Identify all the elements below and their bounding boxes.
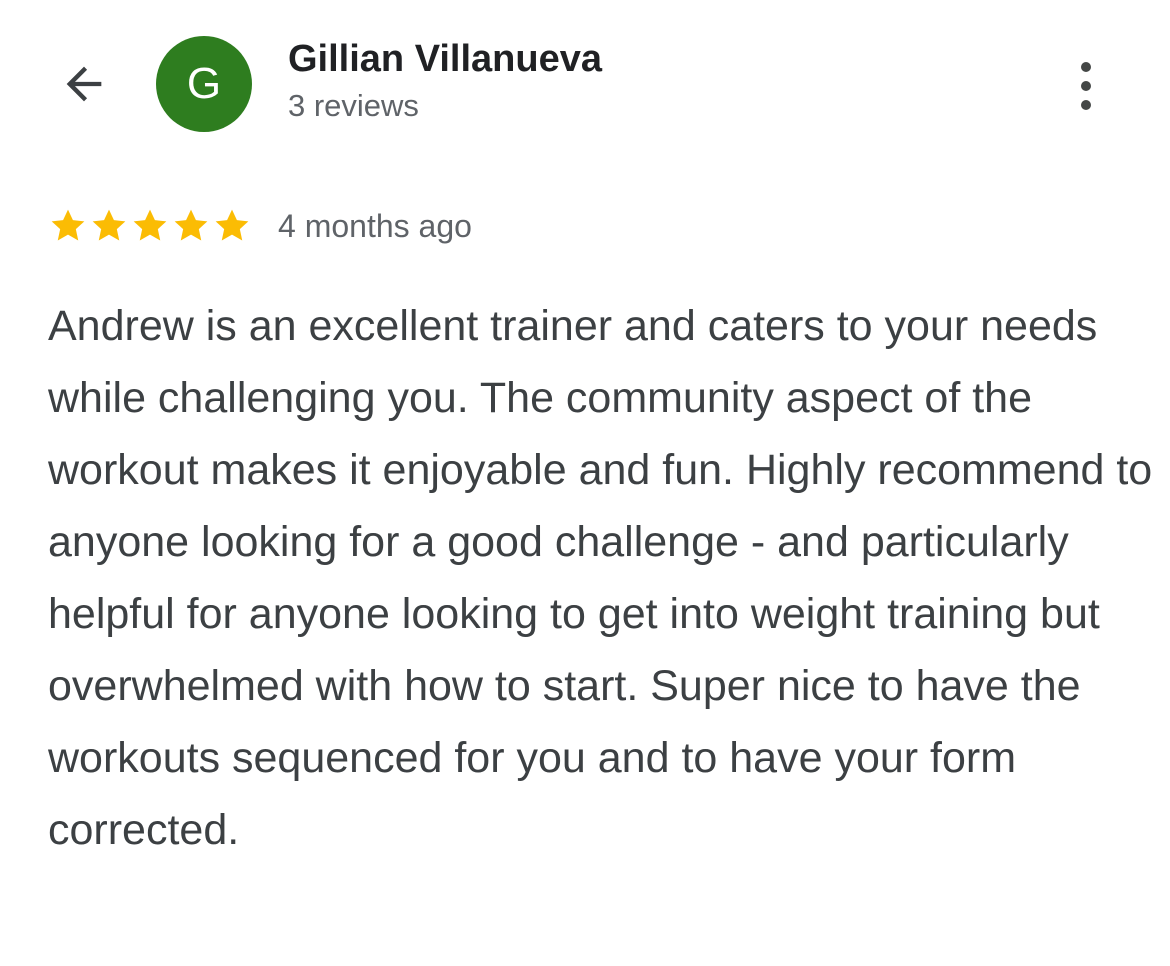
more-vert-icon — [1081, 62, 1091, 72]
more-options-button[interactable] — [1062, 56, 1110, 116]
more-vert-icon-dot — [1081, 100, 1091, 110]
star-icon — [133, 209, 167, 241]
star-icon — [51, 209, 85, 241]
reviewer-name[interactable]: Gillian Villanueva — [288, 38, 602, 81]
star-icon — [92, 209, 126, 241]
reviewer-review-count: 3 reviews — [288, 88, 419, 123]
star-rating — [48, 206, 252, 246]
star-icon — [215, 209, 249, 241]
more-vert-icon-dot — [1081, 81, 1091, 91]
avatar[interactable]: G — [156, 36, 252, 132]
star-icon — [174, 209, 208, 241]
back-button[interactable] — [52, 56, 116, 112]
avatar-initial: G — [186, 59, 222, 108]
review-date: 4 months ago — [278, 207, 472, 244]
review-text: Andrew is an excellent trainer and cater… — [48, 302, 1153, 854]
rating-row: 4 months ago — [48, 204, 472, 248]
arrow-back-icon — [66, 66, 102, 102]
